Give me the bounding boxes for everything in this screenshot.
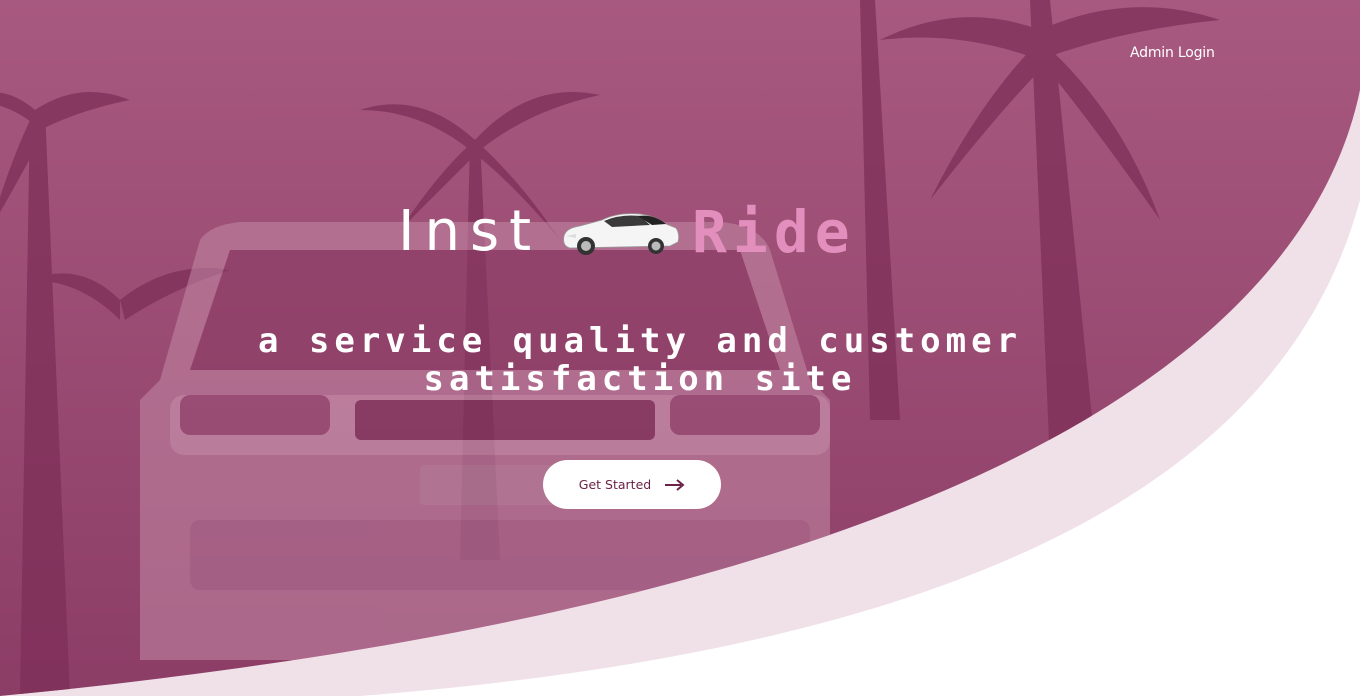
arrow-right-icon — [665, 478, 685, 491]
car-icon — [563, 213, 680, 255]
brand-suffix: Ride — [692, 198, 856, 266]
tagline: a service quality and customer satisfact… — [257, 321, 1023, 399]
brand-logo: Inst Ride — [398, 196, 918, 268]
brand-prefix: Inst — [398, 199, 542, 264]
get-started-label: Get Started — [578, 477, 652, 492]
get-started-button[interactable]: Get Started — [543, 460, 721, 509]
admin-login-link[interactable]: Admin Login — [1130, 45, 1215, 61]
